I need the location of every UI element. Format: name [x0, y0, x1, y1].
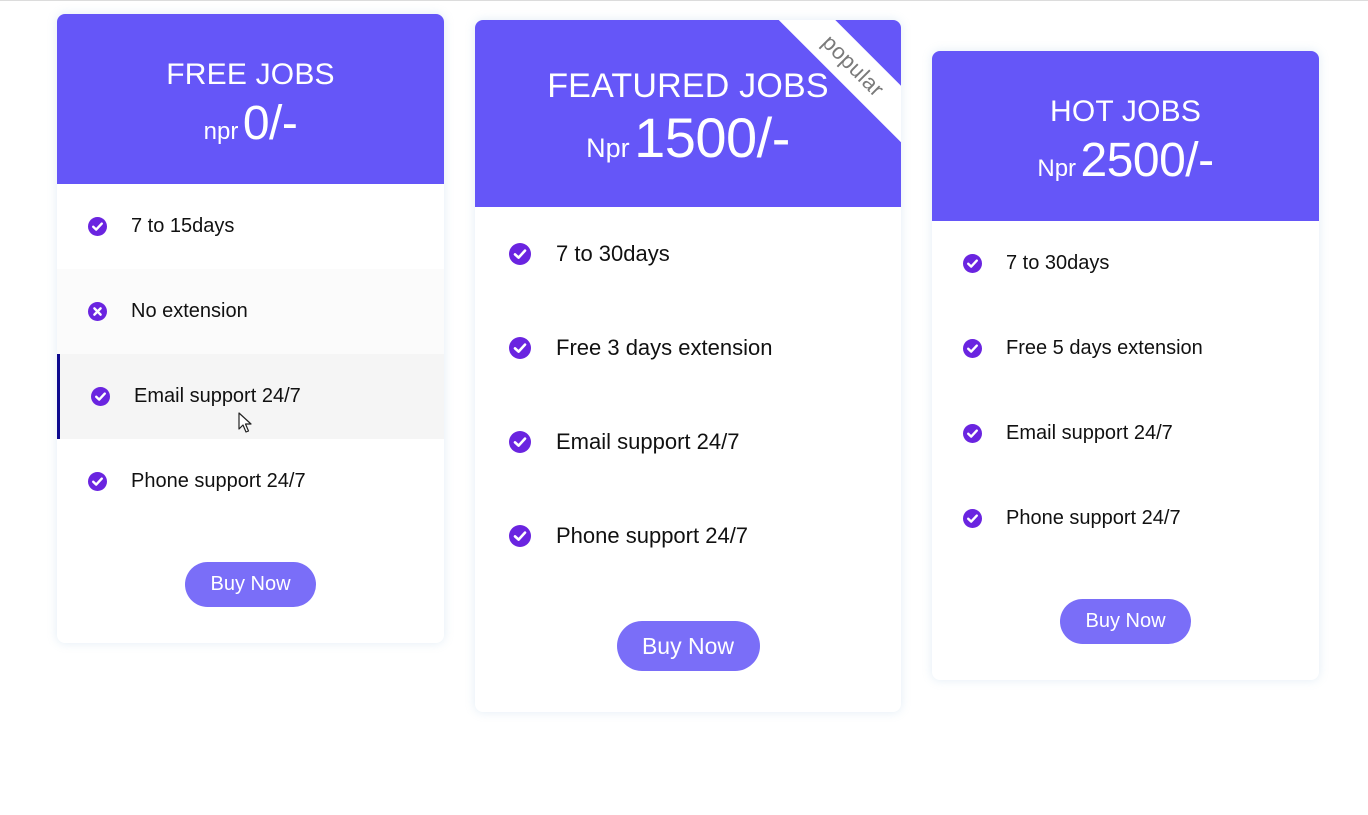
check-circle-icon: [509, 243, 531, 265]
price-amount: 2500/-: [1080, 134, 1215, 187]
currency-label: Npr: [1037, 155, 1077, 182]
feature-label: Free 3 days extension: [556, 335, 773, 360]
buy-now-button[interactable]: Buy Now: [185, 562, 316, 607]
feature-item: Free 3 days extension: [475, 301, 901, 395]
top-divider: [0, 0, 1368, 1]
button-wrap: Buy Now: [57, 524, 444, 607]
feature-item: Email support 24/7: [475, 395, 901, 489]
feature-list: 7 to 30days Free 3 days extension Email …: [475, 207, 901, 583]
check-circle-icon: [963, 339, 982, 358]
plan-price: Npr 2500/-: [932, 137, 1319, 185]
feature-label: 7 to 30days: [1006, 252, 1110, 274]
pricing-card-featured: FEATURED JOBS Npr 1500/- popular 7 to 30…: [475, 20, 901, 712]
plan-title: HOT JOBS: [1049, 95, 1202, 128]
feature-label: Phone support 24/7: [556, 523, 749, 548]
button-wrap: Buy Now: [932, 561, 1319, 644]
feature-item: No extension: [57, 269, 444, 354]
check-circle-icon: [88, 472, 107, 491]
feature-item: 7 to 30days: [475, 207, 901, 301]
feature-list: 7 to 15days No extension Email support 2…: [57, 184, 444, 524]
feature-item: Phone support 24/7: [57, 439, 444, 524]
plan-title: FREE JOBS: [166, 58, 335, 91]
feature-label: Free 5 days extension: [1006, 337, 1203, 359]
feature-label: Phone support 24/7: [131, 470, 306, 492]
check-circle-icon: [963, 424, 982, 443]
buy-now-button[interactable]: Buy Now: [616, 621, 760, 671]
check-circle-icon: [88, 217, 107, 236]
button-wrap: Buy Now: [475, 583, 901, 671]
feature-label: Phone support 24/7: [1006, 507, 1181, 529]
plan-price: Npr 1500/-: [475, 110, 901, 166]
check-circle-icon: [509, 431, 531, 453]
check-circle-icon: [963, 509, 982, 528]
feature-item: Email support 24/7: [932, 391, 1319, 476]
pricing-card-free: FREE JOBS npr 0/- 7 to 15days No extensi…: [57, 14, 444, 643]
card-header: FREE JOBS npr 0/-: [57, 14, 444, 184]
plan-price: npr 0/-: [57, 100, 444, 148]
feature-label: 7 to 15days: [131, 215, 235, 237]
check-circle-icon: [91, 387, 110, 406]
feature-item: 7 to 15days: [57, 184, 444, 269]
feature-label: Email support 24/7: [556, 429, 740, 454]
buy-now-button[interactable]: Buy Now: [1060, 599, 1191, 644]
feature-item: Free 5 days extension: [932, 306, 1319, 391]
feature-label: No extension: [131, 300, 248, 322]
price-amount: 1500/-: [634, 106, 790, 169]
mouse-cursor-icon: [238, 412, 252, 439]
feature-label: 7 to 30days: [556, 241, 670, 266]
check-circle-icon: [509, 525, 531, 547]
feature-item: Phone support 24/7: [932, 476, 1319, 561]
feature-list: 7 to 30days Free 5 days extension Email …: [932, 221, 1319, 561]
check-circle-icon: [963, 254, 982, 273]
feature-item: Phone support 24/7: [475, 489, 901, 583]
x-circle-icon: [88, 302, 107, 321]
check-circle-icon: [509, 337, 531, 359]
currency-label: Npr: [586, 133, 630, 163]
currency-label: npr: [203, 118, 239, 145]
feature-label: Email support 24/7: [134, 385, 301, 407]
card-header: FEATURED JOBS Npr 1500/- popular: [475, 20, 901, 207]
feature-item: 7 to 30days: [932, 221, 1319, 306]
pricing-card-hot: HOT JOBS Npr 2500/- 7 to 30days Free 5 d…: [932, 51, 1319, 680]
card-header: HOT JOBS Npr 2500/-: [932, 51, 1319, 221]
price-amount: 0/-: [242, 97, 298, 150]
feature-label: Email support 24/7: [1006, 422, 1173, 444]
